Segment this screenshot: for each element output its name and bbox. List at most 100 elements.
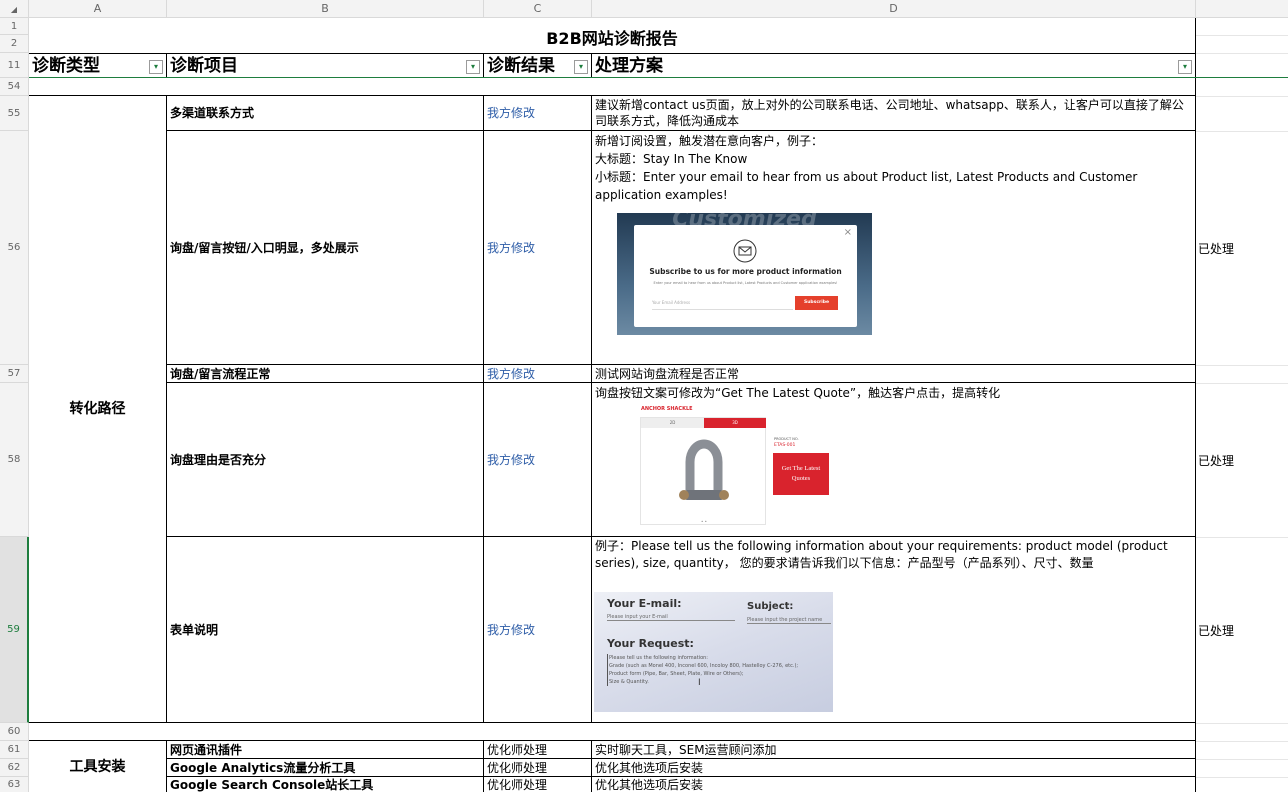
request-line: Product form (Pipe, Bar, Sheet, Plate, W… xyxy=(609,671,744,677)
filter-dropdown-icon[interactable]: ▾ xyxy=(1178,60,1192,74)
column-header-e[interactable] xyxy=(1196,0,1288,18)
request-textarea[interactable]: Please tell us the following information… xyxy=(607,654,827,686)
solution-cell-55[interactable]: 建议新增contact us页面，放上对外的公司联系电话、公司地址、whatsa… xyxy=(592,96,1196,131)
header-diagnosis-item[interactable]: 诊断项目 ▾ xyxy=(167,53,484,78)
column-header-c[interactable]: C xyxy=(484,0,592,18)
header-label: 诊断项目 xyxy=(170,56,238,76)
header-diagnosis-result[interactable]: 诊断结果 ▾ xyxy=(484,53,592,78)
product-no: ETAS-001 xyxy=(774,443,796,448)
row-54-blank[interactable] xyxy=(29,78,1196,96)
solution-cell-63[interactable]: 优化其他选项后安装 xyxy=(592,777,1196,792)
request-line: Size & Quantity. xyxy=(609,679,649,685)
header-label: 诊断类型 xyxy=(32,56,100,76)
row-header-54[interactable]: 54 xyxy=(0,78,29,96)
row-header-60[interactable]: 60 xyxy=(0,723,29,741)
tab-2d[interactable]: 2D xyxy=(641,418,704,428)
column-header-b[interactable]: B xyxy=(167,0,484,18)
item-cell-55[interactable]: 多渠道联系方式 xyxy=(167,96,484,131)
solution-line: 小标题：Enter your email to hear from us abo… xyxy=(595,170,1138,202)
gridline xyxy=(1196,96,1288,97)
row-header-61[interactable]: 61 xyxy=(0,741,29,759)
header-solution[interactable]: 处理方案 ▾ xyxy=(592,53,1196,78)
solution-cell-57[interactable]: 测试网站询盘流程是否正常 xyxy=(592,365,1196,383)
subject-label: Subject: xyxy=(747,601,794,612)
filter-dropdown-icon[interactable]: ▾ xyxy=(149,60,163,74)
popup-subtitle: Enter your email to hear from us about P… xyxy=(653,281,838,285)
header-diagnosis-type[interactable]: 诊断类型 ▾ xyxy=(29,53,167,78)
result-cell-61[interactable]: 优化师处理 xyxy=(484,741,592,759)
popup-email-input[interactable]: Your Email Address xyxy=(652,296,793,310)
row-header-56[interactable]: 56 xyxy=(0,131,29,365)
request-form-screenshot[interactable]: Your E-mail: Please input your E-mail Su… xyxy=(594,592,833,712)
gridline xyxy=(1196,759,1288,760)
item-cell-62[interactable]: Google Analytics流量分析工具 xyxy=(167,759,484,777)
gridline xyxy=(1196,365,1288,366)
row-header-59[interactable]: 59 xyxy=(0,537,29,723)
subject-input[interactable]: Please input the project name xyxy=(747,617,831,624)
anchor-shackle-screenshot[interactable]: ANCHOR SHACKLE 2D 3D • • PRODUCT NO. ETA… xyxy=(636,403,836,527)
request-line: Please tell us the following information… xyxy=(609,655,708,661)
request-label: Your Request: xyxy=(607,637,694,650)
email-input[interactable]: Please input your E-mail xyxy=(607,614,735,621)
product-image-frame: 2D 3D • • xyxy=(640,417,766,525)
result-cell-58[interactable]: 我方修改 xyxy=(484,383,592,537)
item-cell-59[interactable]: 表单说明 xyxy=(167,537,484,723)
carousel-dots[interactable]: • • xyxy=(701,519,709,524)
status-cell-58[interactable]: 已处理 xyxy=(1198,383,1288,537)
gridline xyxy=(1196,35,1288,36)
email-label: Your E-mail: xyxy=(607,597,682,610)
result-cell-59[interactable]: 我方修改 xyxy=(484,537,592,723)
request-line: Grade (such as Monel 400, Inconel 600, I… xyxy=(609,663,799,669)
text-cursor-icon: I xyxy=(698,678,701,688)
item-cell-58[interactable]: 询盘理由是否充分 xyxy=(167,383,484,537)
popup-title: Subscribe to us for more product informa… xyxy=(649,267,842,276)
header-label: 处理方案 xyxy=(595,56,663,76)
result-cell-55[interactable]: 我方修改 xyxy=(484,96,592,131)
solution-cell-61[interactable]: 实时聊天工具，SEM运营顾问添加 xyxy=(592,741,1196,759)
product-heading: ANCHOR SHACKLE xyxy=(641,406,693,412)
product-no-label: PRODUCT NO. xyxy=(774,437,799,441)
subscribe-popup: × Subscribe to us for more product infor… xyxy=(634,225,857,327)
row-header-55[interactable]: 55 xyxy=(0,96,29,131)
subscribe-button[interactable]: Subscribe xyxy=(795,296,838,310)
subscribe-popup-screenshot[interactable]: Customized × Subscribe to us for more pr… xyxy=(617,213,872,335)
header-label: 诊断结果 xyxy=(487,56,555,76)
row-header-2[interactable]: 2 xyxy=(0,35,29,53)
result-cell-56[interactable]: 我方修改 xyxy=(484,131,592,365)
row-header-62[interactable]: 62 xyxy=(0,759,29,777)
row-header-63[interactable]: 63 xyxy=(0,777,29,792)
item-cell-57[interactable]: 询盘/留言流程正常 xyxy=(167,365,484,383)
status-cell-59[interactable]: 已处理 xyxy=(1198,537,1288,723)
result-cell-63[interactable]: 优化师处理 xyxy=(484,777,592,792)
tab-3d[interactable]: 3D xyxy=(704,418,766,428)
filter-dropdown-icon[interactable]: ▾ xyxy=(466,60,480,74)
solution-line: 新增订阅设置，触发潜在意向客户，例子： xyxy=(595,134,824,148)
solution-line: 大标题：Stay In The Know xyxy=(595,152,748,166)
group-tool-install[interactable]: 工具安装 xyxy=(29,741,167,792)
close-icon[interactable]: × xyxy=(844,227,852,238)
row-60-blank[interactable] xyxy=(29,723,1196,741)
gridline xyxy=(1196,53,1288,54)
envelope-icon xyxy=(733,239,757,263)
item-cell-61[interactable]: 网页通讯插件 xyxy=(167,741,484,759)
row-header-57[interactable]: 57 xyxy=(0,365,29,383)
column-header-a[interactable]: A xyxy=(29,0,167,18)
item-cell-63[interactable]: Google Search Console站长工具 xyxy=(167,777,484,792)
report-title[interactable]: B2B网站诊断报告 xyxy=(29,18,1196,53)
row-header-11[interactable]: 11 xyxy=(0,53,29,78)
result-cell-62[interactable]: 优化师处理 xyxy=(484,759,592,777)
gridline xyxy=(1196,741,1288,742)
column-header-d[interactable]: D xyxy=(592,0,1196,18)
gridline xyxy=(1196,723,1288,724)
solution-cell-62[interactable]: 优化其他选项后安装 xyxy=(592,759,1196,777)
gridline xyxy=(1196,777,1288,778)
row-header-58[interactable]: 58 xyxy=(0,383,29,537)
select-all-corner[interactable]: ◢ xyxy=(0,0,29,18)
group-conversion-path[interactable]: 转化路径 xyxy=(29,96,167,723)
result-cell-57[interactable]: 我方修改 xyxy=(484,365,592,383)
item-cell-56[interactable]: 询盘/留言按钮/入口明显，多处展示 xyxy=(167,131,484,365)
status-cell-56[interactable]: 已处理 xyxy=(1198,131,1288,365)
filter-dropdown-icon[interactable]: ▾ xyxy=(574,60,588,74)
row-header-1[interactable]: 1 xyxy=(0,18,29,35)
get-latest-quotes-button[interactable]: Get The Latest Quotes xyxy=(773,453,829,495)
